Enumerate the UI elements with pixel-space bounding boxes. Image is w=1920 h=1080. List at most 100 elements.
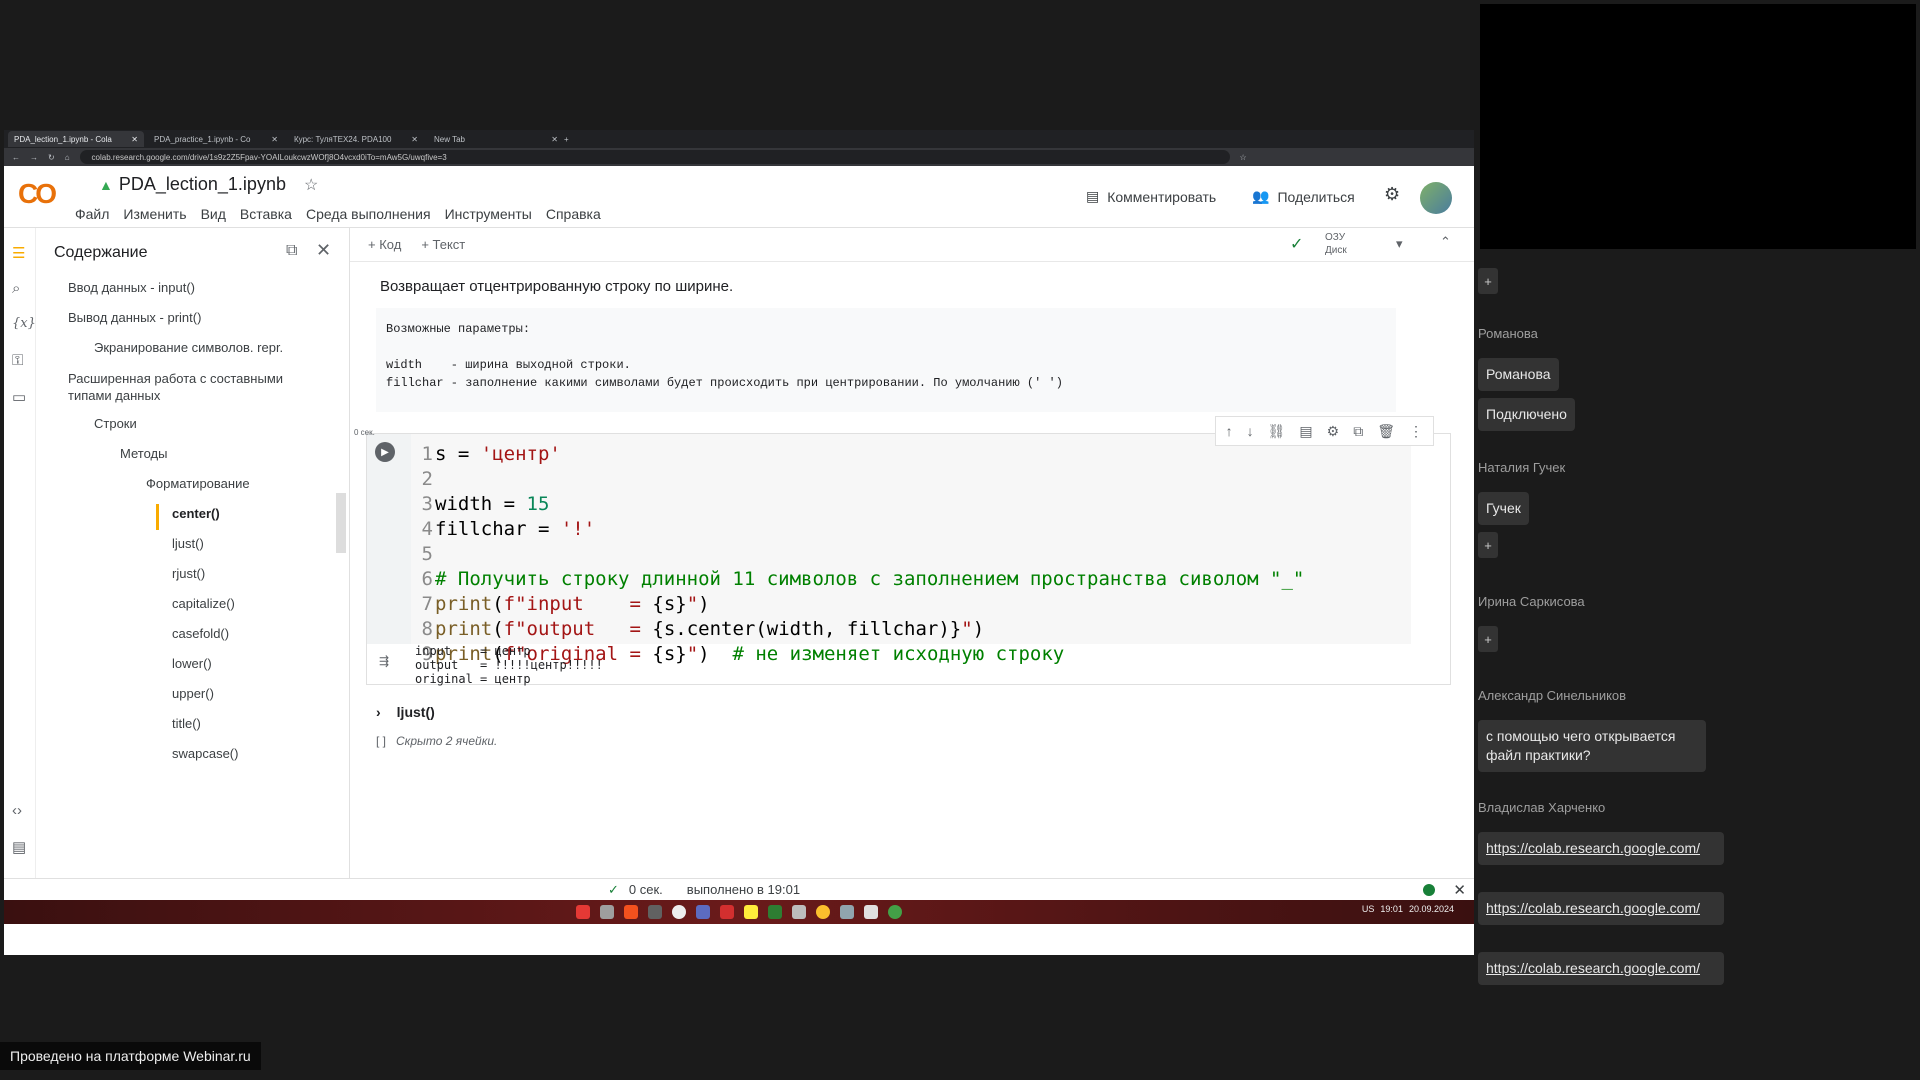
move-up-icon[interactable]: ↑ [1226,423,1233,439]
toc-item[interactable]: rjust() [172,566,205,581]
menu-item[interactable]: Вид [201,206,226,222]
chat-link[interactable]: https://colab.research.google.com/ [1478,832,1724,865]
avatar[interactable] [1420,182,1452,214]
folder-icon[interactable]: ▭ [12,388,26,406]
os-taskbar: US 19:01 20.09.2024 [4,900,1474,924]
share-button[interactable]: 👥 Поделиться [1252,188,1355,205]
close-icon[interactable]: ✕ [1453,881,1466,899]
trash-icon[interactable]: 🗑 [1377,423,1395,440]
status-bar: ✓ 0 сек. выполнено в 19:01 ✕ [4,878,1474,900]
close-icon[interactable]: ✕ [316,240,331,261]
browser-tab[interactable]: PDA_lection_1.ipynb - Cola ✕ [8,131,144,147]
key-icon[interactable]: ⚿ [12,352,23,369]
menu-item[interactable]: Инструменты [445,206,532,222]
browser-tab[interactable]: PDA_practice_1.ipynb - Co ✕ [148,131,284,147]
mirror-icon[interactable]: ⧉ [1353,423,1363,440]
chevron-down-icon[interactable]: ▾ [1396,236,1403,252]
menu-item[interactable]: Файл [75,206,109,222]
reload-icon[interactable]: ↻ [48,153,55,162]
chat-link[interactable]: https://colab.research.google.com/ [1478,952,1724,985]
link-icon[interactable]: ⛓ [1268,423,1286,440]
variables-icon[interactable]: {x} [12,316,36,331]
add-reaction-button[interactable]: + [1478,268,1498,294]
open-tab-icon[interactable]: ⧉ [286,242,297,260]
app-icon[interactable] [864,905,878,919]
connected-icon [1423,883,1436,896]
new-tab-icon[interactable]: + [564,135,569,144]
app-icon[interactable] [792,905,806,919]
toc-item[interactable]: Форматирование [146,476,250,491]
close-icon[interactable]: ✕ [271,135,278,144]
app-icon[interactable] [840,905,854,919]
resources-indicator[interactable]: ОЗУ Диск [1325,231,1347,257]
menu-item[interactable]: Справка [546,206,601,222]
toc-item[interactable]: Строки [94,416,137,431]
toc-item[interactable]: Ввод данных - input() [68,280,195,295]
toc-item[interactable]: Экранирование символов. repr. [94,340,283,355]
comment-button[interactable]: ▤ Комментировать [1086,188,1216,205]
more-icon[interactable]: ⋮ [1409,423,1423,440]
colab-logo[interactable]: CO [18,178,57,210]
toc-item[interactable]: upper() [172,686,214,701]
home-icon[interactable]: ⌂ [65,153,70,162]
mail-icon[interactable] [696,905,710,919]
collapsed-section[interactable]: › ljust() [376,704,435,720]
app-icon[interactable] [672,905,686,919]
add-reaction-button[interactable]: + [1478,532,1498,558]
code-cell[interactable]: ▶ 1s = 'центр' 2 3 width = 15 4 fillchar =… [366,416,1451,686]
toc-item[interactable]: Вывод данных - print() [68,310,201,325]
menu-item[interactable]: Изменить [123,206,186,222]
add-text-button[interactable]: + Текст [421,237,465,252]
chrome-icon[interactable] [888,905,902,919]
run-button[interactable]: ▶ [375,442,395,462]
star-icon[interactable]: ☆ [304,175,318,195]
add-code-button[interactable]: + Код [368,237,401,252]
toc-item[interactable]: casefold() [172,626,229,641]
code-editor[interactable]: 1s = 'центр' 2 3 width = 15 4 fillchar = '… [411,434,1411,665]
gear-icon[interactable]: ⚙ [1327,423,1340,440]
menu-item[interactable]: Вставка [240,206,292,222]
forward-icon[interactable]: → [30,153,38,162]
toc-item[interactable]: capitalize() [172,596,235,611]
comment-icon[interactable]: ▤ [1299,423,1312,440]
cell-toolbar: ↑ ↓ ⛓ ▤ ⚙ ⧉ 🗑 ⋮ [1214,416,1434,446]
chat-link[interactable]: https://colab.research.google.com/ [1478,892,1724,925]
add-reaction-button[interactable]: + [1478,626,1498,652]
notebook-title[interactable]: ▲ PDA_lection_1.ipynb ☆ [99,174,318,195]
close-icon[interactable]: ✕ [551,135,558,144]
star-icon[interactable]: ☆ [1240,153,1247,162]
browser-tab[interactable]: New Tab ✕ [428,131,564,147]
pycharm-icon[interactable] [768,905,782,919]
app-icon[interactable] [624,905,638,919]
yandex-icon[interactable] [744,905,758,919]
code-icon[interactable]: ‹› [12,802,22,819]
toc-item[interactable]: lower() [172,656,212,671]
app-icon[interactable] [720,905,734,919]
toc-item[interactable]: ljust() [172,536,204,551]
toc-item[interactable]: swapcase() [172,746,238,761]
toc-scrollbar[interactable] [336,493,346,553]
terminal-icon[interactable]: ▤ [12,838,26,856]
chrome-icon[interactable] [816,905,830,919]
output-icon[interactable]: ⇶ [379,654,389,668]
search-icon[interactable]: ⌕ [12,280,20,297]
close-icon[interactable]: ✕ [411,135,418,144]
webinar-footer: Проведено на платформе Webinar.ru [0,1042,261,1070]
toc-item-active[interactable]: center() [172,506,220,521]
toc-icon[interactable]: ☰ [12,244,25,262]
browser-tab[interactable]: Курс: ТуляТЕХ24. PDA100 ✕ [288,131,424,147]
folder-icon[interactable] [600,905,614,919]
chevron-up-icon[interactable]: ⌃ [1440,234,1451,250]
url-field[interactable]: colab.research.google.com/drive/1s9z2Z5F… [79,150,1230,164]
menu-item[interactable]: Среда выполнения [306,206,431,222]
terminal-icon[interactable] [648,905,662,919]
gear-icon[interactable]: ⚙ [1384,184,1400,205]
toc-item[interactable]: Расширенная работа с составными типами д… [68,370,318,404]
toc-item[interactable]: title() [172,716,201,731]
back-icon[interactable]: ← [12,153,20,162]
app-icon[interactable] [576,905,590,919]
toc-item[interactable]: Методы [120,446,167,461]
move-down-icon[interactable]: ↓ [1247,423,1254,439]
close-icon[interactable]: ✕ [131,135,138,144]
hidden-cells[interactable]: [ ] Скрыто 2 ячейки. [376,734,497,748]
